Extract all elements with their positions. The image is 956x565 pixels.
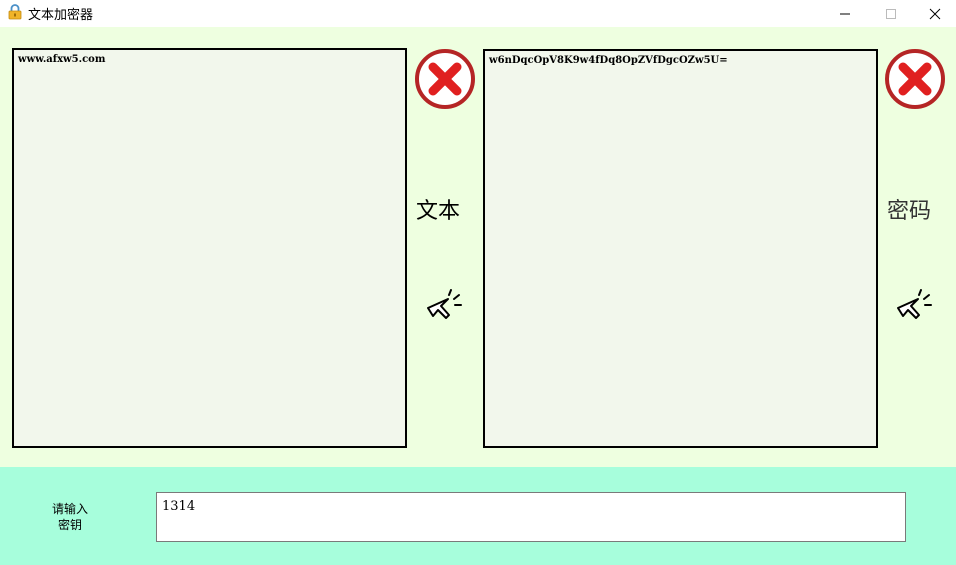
key-input[interactable]: 1314 bbox=[156, 492, 906, 542]
key-label: 请输入 密钥 bbox=[40, 501, 100, 533]
clear-ciphertext-button[interactable] bbox=[884, 48, 946, 110]
key-panel: 请输入 密钥 1314 bbox=[0, 467, 956, 565]
main-area: www.afxw5.com 文本 w6nDqcOpV8K9w4fDq8OpZVf… bbox=[0, 27, 956, 467]
maximize-button[interactable] bbox=[868, 0, 914, 27]
red-x-circle-icon bbox=[415, 49, 475, 109]
lock-icon bbox=[8, 4, 22, 20]
minimize-icon bbox=[840, 13, 850, 14]
maximize-icon bbox=[886, 8, 896, 19]
key-label-line2: 密钥 bbox=[57, 518, 82, 532]
red-x-circle-icon bbox=[885, 49, 945, 109]
click-cursor-icon bbox=[897, 289, 932, 319]
plaintext-value: www.afxw5.com bbox=[18, 54, 106, 65]
title-bar: 文本加密器 bbox=[0, 0, 956, 27]
decrypt-button[interactable] bbox=[894, 289, 936, 331]
close-button[interactable] bbox=[912, 0, 956, 27]
key-label-line1: 请输入 bbox=[51, 502, 88, 516]
window-title: 文本加密器 bbox=[28, 8, 94, 23]
clear-plaintext-button[interactable] bbox=[414, 48, 476, 110]
minimize-button[interactable] bbox=[822, 0, 868, 27]
ciphertext-value: w6nDqcOpV8K9w4fDq8OpZVfDgcOZw5U= bbox=[489, 55, 728, 66]
ciphertext-textarea[interactable]: w6nDqcOpV8K9w4fDq8OpZVfDgcOZw5U= bbox=[483, 49, 878, 448]
close-icon bbox=[929, 8, 941, 19]
ciphertext-label: 密码 bbox=[887, 199, 932, 224]
plaintext-textarea[interactable]: www.afxw5.com bbox=[12, 48, 407, 448]
encrypt-button[interactable] bbox=[424, 289, 466, 331]
click-cursor-icon bbox=[427, 289, 462, 319]
plaintext-label: 文本 bbox=[416, 199, 461, 224]
key-value: 1314 bbox=[162, 499, 196, 514]
